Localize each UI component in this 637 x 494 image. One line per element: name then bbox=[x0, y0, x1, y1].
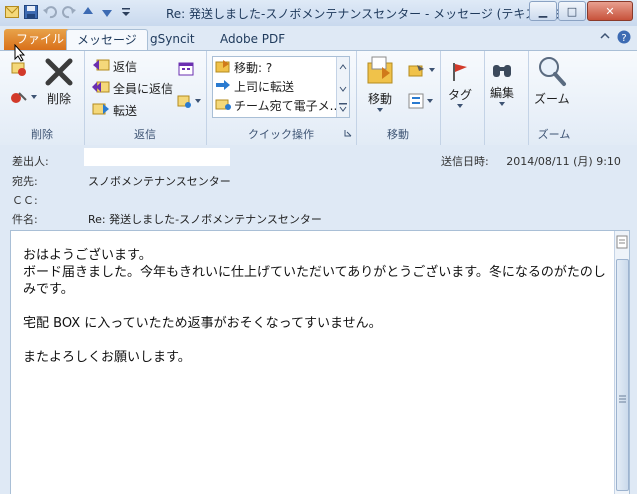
to-label: 宛先: bbox=[12, 175, 38, 188]
body-line: ボード届きました。今年もきれいに仕上げていただいてありがとうございます。冬になる… bbox=[23, 265, 606, 297]
cc-label: ＣＣ: bbox=[12, 194, 38, 207]
move-group-label: 移動 bbox=[387, 128, 409, 141]
tab-message[interactable]: メッセージ bbox=[66, 29, 148, 51]
quick-step-team-email[interactable]: チーム宛て電子メ... bbox=[215, 97, 341, 114]
quick-access-toolbar bbox=[4, 4, 134, 20]
delete-button[interactable]: 削除 bbox=[44, 57, 74, 107]
tags-label: タグ bbox=[448, 88, 473, 102]
reply-group-label: 返信 bbox=[134, 128, 156, 141]
ribbon: 削除 削除 返信 全員に返信 転送 返信 クイック操作 移動: ? 上司に転送 … bbox=[0, 50, 637, 146]
svg-text:?: ? bbox=[621, 33, 626, 44]
sender-value-redacted bbox=[84, 148, 230, 166]
down-arrow-icon[interactable] bbox=[99, 4, 115, 20]
quick-step-move-label: 移動: ? bbox=[234, 61, 273, 75]
subject-value: Re: 発送しました-スノボメンテナンスセンター bbox=[88, 213, 322, 226]
reply-group: 返信 全員に返信 転送 返信 bbox=[84, 51, 207, 145]
close-button[interactable]: ✕ bbox=[587, 1, 633, 21]
move-button[interactable]: 移動 bbox=[364, 55, 396, 113]
tab-adobe-pdf[interactable]: Adobe PDF bbox=[210, 29, 295, 50]
maximize-button[interactable]: □ bbox=[558, 1, 586, 21]
delete-group-label: 削除 bbox=[31, 128, 53, 141]
reply-all-label: 全員に返信 bbox=[113, 82, 174, 96]
up-arrow-icon[interactable] bbox=[80, 4, 96, 20]
edit-group: 編集 bbox=[484, 51, 529, 145]
zoom-group-label: ズーム bbox=[537, 128, 571, 141]
rules-icon[interactable] bbox=[408, 63, 436, 77]
cleanup-icon[interactable] bbox=[10, 89, 38, 105]
sent-date: 送信日時: 2014/08/11 (月) 9:10 bbox=[441, 153, 621, 169]
dialog-launcher-icon[interactable] bbox=[344, 126, 352, 140]
sent-value: 2014/08/11 (月) 9:10 bbox=[506, 155, 621, 168]
reply-icon bbox=[92, 57, 110, 76]
quick-steps-list: 移動: ? 上司に転送 チーム宛て電子メ... bbox=[212, 56, 350, 118]
customize-qat-icon[interactable] bbox=[118, 4, 134, 20]
edit-button[interactable]: 編集 bbox=[490, 59, 514, 107]
forward-button[interactable]: 転送 bbox=[92, 101, 137, 120]
team-email-icon bbox=[215, 97, 231, 114]
redo-icon[interactable] bbox=[61, 4, 77, 20]
quick-step-to-manager-label: 上司に転送 bbox=[234, 80, 295, 94]
save-icon[interactable] bbox=[23, 4, 39, 20]
zoom-label: ズーム bbox=[534, 92, 570, 106]
scrollbar-thumb[interactable] bbox=[616, 259, 629, 491]
binoculars-icon bbox=[490, 59, 514, 84]
forward-icon bbox=[92, 101, 110, 120]
subject-label: 件名: bbox=[12, 213, 38, 226]
forward-label: 転送 bbox=[113, 104, 138, 118]
quick-steps-scroll[interactable] bbox=[336, 57, 349, 117]
sent-label: 送信日時: bbox=[441, 155, 489, 168]
to-value[interactable]: スノボメンテナンスセンター bbox=[88, 173, 231, 189]
reply-all-button[interactable]: 全員に返信 bbox=[92, 79, 173, 98]
more-reply-icon[interactable] bbox=[176, 93, 202, 109]
actions-icon[interactable] bbox=[408, 93, 434, 109]
mail-icon bbox=[4, 4, 20, 20]
body-scrollbar[interactable] bbox=[614, 231, 629, 494]
minimize-ribbon-icon[interactable] bbox=[599, 30, 611, 47]
message-body[interactable]: おはようございます。 ボード届きました。今年もきれいに仕上げていただいてありがと… bbox=[10, 230, 630, 494]
autocorrect-icon[interactable] bbox=[616, 235, 628, 252]
undo-icon[interactable] bbox=[42, 4, 58, 20]
meeting-reply-icon[interactable] bbox=[178, 61, 194, 77]
help-icon[interactable]: ? bbox=[617, 30, 631, 47]
window-title: Re: 発送しました-スノボメンテナンスセンター - メッセージ (テキスト形式… bbox=[166, 7, 578, 21]
tags-group: タグ bbox=[440, 51, 485, 145]
title-bar: Re: 発送しました-スノボメンテナンスセンター - メッセージ (テキスト形式… bbox=[0, 0, 637, 26]
body-line: おはようございます。 bbox=[23, 248, 152, 263]
mouse-cursor-icon bbox=[14, 43, 26, 65]
quick-step-to-manager[interactable]: 上司に転送 bbox=[215, 78, 294, 95]
reply-button[interactable]: 返信 bbox=[92, 57, 137, 76]
delete-label: 削除 bbox=[46, 92, 71, 106]
sender-label: 差出人: bbox=[12, 155, 49, 168]
delete-x-icon bbox=[44, 57, 74, 90]
tab-gsyncit[interactable]: gSyncit bbox=[140, 29, 205, 50]
quick-steps-group-label: クイック操作 bbox=[248, 128, 314, 141]
delete-group: 削除 削除 bbox=[0, 51, 85, 145]
tags-button[interactable]: タグ bbox=[448, 61, 472, 109]
edit-label: 編集 bbox=[490, 86, 515, 100]
magnifier-icon bbox=[537, 55, 567, 90]
zoom-button[interactable]: ズーム bbox=[534, 55, 570, 107]
folder-arrow-icon bbox=[215, 59, 231, 76]
zoom-group: ズーム ズーム bbox=[528, 51, 580, 145]
quick-step-team-email-label: チーム宛て電子メ... bbox=[234, 99, 342, 113]
move-label: 移動 bbox=[367, 92, 392, 106]
body-text: おはようございます。 ボード届きました。今年もきれいに仕上げていただいてありがと… bbox=[23, 247, 611, 366]
minimize-button[interactable]: ▁ bbox=[529, 1, 557, 21]
message-header: 差出人: 送信日時: 2014/08/11 (月) 9:10 宛先: スノボメン… bbox=[0, 145, 637, 229]
body-line: またよろしくお願いします。 bbox=[23, 350, 191, 365]
body-line: 宅配 BOX に入っていたため返事がおそくなってすいません。 bbox=[23, 316, 382, 331]
quick-step-move[interactable]: 移動: ? bbox=[215, 59, 272, 76]
move-folder-icon bbox=[364, 55, 396, 90]
flag-icon bbox=[450, 61, 470, 86]
reply-all-icon bbox=[92, 79, 110, 98]
forward-arrow-icon bbox=[215, 78, 231, 95]
ribbon-tabs: ファイル メッセージ gSyncit Adobe PDF bbox=[0, 26, 637, 51]
move-group: 移動 移動 bbox=[356, 51, 441, 145]
reply-label: 返信 bbox=[113, 60, 138, 74]
